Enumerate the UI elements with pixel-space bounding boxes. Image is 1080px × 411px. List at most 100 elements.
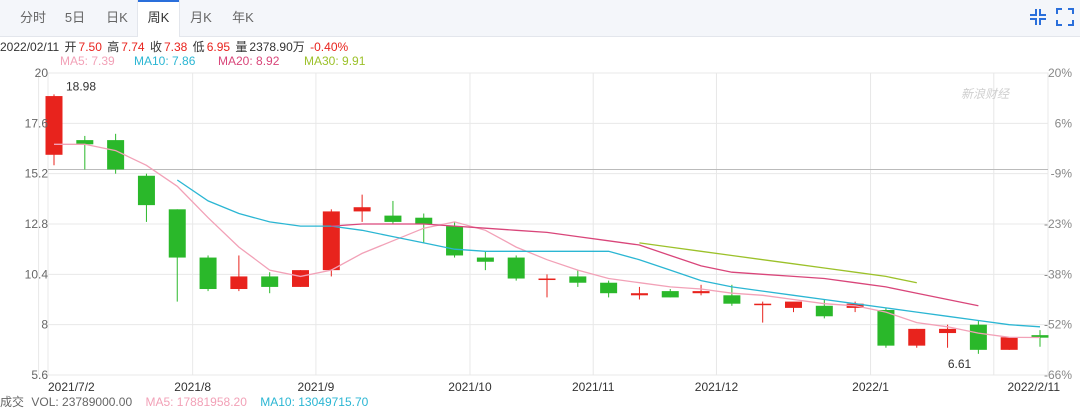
candle-body	[168, 209, 186, 258]
chart-grid	[38, 72, 1049, 376]
candle	[815, 299, 833, 319]
candle	[1000, 337, 1018, 350]
candle	[415, 213, 433, 243]
tab-weekly-k[interactable]: 周K	[137, 0, 180, 37]
volume-value: VOL: 23789000.00	[31, 395, 133, 409]
tab-5day[interactable]: 5日	[56, 0, 94, 36]
ma30-legend: MA30: 9.91	[304, 54, 366, 68]
candle	[538, 274, 556, 298]
info-low-label: 低	[192, 40, 205, 54]
expand-icon[interactable]	[1056, 8, 1074, 26]
candle-body	[137, 175, 155, 206]
candle	[939, 324, 957, 348]
ma-line-ma30	[639, 242, 917, 284]
candle	[692, 284, 710, 296]
candle	[969, 320, 987, 354]
x-tick-label: 2022/2/11	[1008, 380, 1061, 394]
volume-ma5: MA5: 17881958.20	[145, 395, 247, 409]
right-tick-label: -66%	[1044, 368, 1072, 382]
x-tick-label: 2022/1	[852, 380, 889, 394]
candle-body	[1000, 337, 1018, 350]
candle	[661, 289, 679, 298]
candle	[107, 133, 125, 174]
candle	[292, 270, 309, 287]
info-high-label: 高	[107, 40, 120, 54]
candle-body	[569, 276, 587, 283]
x-tick-label: 2021/12	[695, 380, 739, 394]
y-tick-label: 17.6	[25, 116, 49, 130]
candle-body	[785, 301, 802, 308]
candle-body	[815, 305, 833, 317]
candle-body	[630, 293, 648, 296]
tab-yearly-k[interactable]: 年K	[224, 0, 262, 36]
candle-body	[322, 211, 340, 271]
plot-border	[47, 72, 1049, 376]
info-high: 7.74	[121, 40, 145, 54]
tab-daily-k[interactable]: 日K	[98, 0, 136, 36]
right-tick-label: 6%	[1055, 116, 1073, 130]
x-tick-label: 2021/9	[298, 380, 335, 394]
ma-line-ma5	[54, 143, 1041, 339]
watermark-text: 新浪财经	[961, 87, 1011, 101]
candle	[446, 221, 464, 258]
ma-lines	[54, 143, 1041, 339]
ma20-legend: MA20: 8.92	[218, 54, 280, 68]
tab-intraday[interactable]: 分时	[14, 0, 52, 36]
info-date: 2022/02/11	[0, 40, 60, 54]
ohlc-info: 2022/02/11 开 7.50 高 7.74 收 7.38 低 6.95 量 2378…	[0, 38, 350, 54]
candle-body	[292, 270, 309, 287]
candle	[384, 200, 402, 224]
volume-title: 成交	[0, 395, 25, 409]
right-tick-label: -38%	[1044, 267, 1072, 281]
candle-body	[754, 303, 772, 306]
candle	[908, 328, 926, 348]
candle	[45, 94, 63, 166]
candle-body	[415, 217, 433, 224]
candle-body	[877, 309, 895, 346]
candle	[353, 194, 371, 222]
ma-line-ma10	[176, 179, 1041, 328]
candles	[45, 94, 1049, 354]
x-tick-label: 2021/7/2	[48, 380, 95, 394]
x-tick-label: 2021/10	[448, 380, 492, 394]
tab-monthly-k[interactable]: 月K	[182, 0, 220, 36]
candle	[261, 272, 279, 294]
candle-body	[107, 140, 125, 170]
candle-body	[476, 257, 494, 262]
x-axis-labels: 2021/7/2 2021/8 2021/9 2021/10 2021/11 2021/1…	[48, 380, 1060, 394]
candle-body	[45, 96, 63, 155]
candle-body	[939, 328, 957, 334]
price-annotation: 18.98	[66, 79, 96, 93]
y-tick-label: 10.4	[25, 267, 49, 281]
candle-body	[723, 295, 741, 304]
x-tick-label: 2021/8	[174, 380, 211, 394]
annotations: 18.98 6.61	[66, 79, 972, 370]
candle	[476, 251, 494, 271]
candle	[723, 284, 741, 306]
candle	[322, 209, 340, 277]
y-tick-label: 12.8	[25, 217, 49, 231]
y-tick-label: 8	[41, 318, 48, 332]
candle	[846, 301, 864, 313]
candle-body	[538, 278, 556, 281]
right-tick-label: -9%	[1051, 167, 1073, 181]
candle	[199, 255, 217, 292]
info-vol: 2378.90万	[249, 40, 305, 54]
candle-body	[969, 324, 987, 350]
candle-body	[692, 291, 710, 294]
candle	[630, 286, 648, 300]
collapse-icon[interactable]	[1029, 8, 1047, 26]
ma-line-ma20	[331, 223, 979, 307]
candle-body	[600, 282, 618, 294]
info-close: 7.38	[163, 40, 188, 54]
watermark: 新浪财经	[961, 87, 1011, 101]
info-change: -0.40%	[310, 40, 349, 54]
candle-body	[446, 226, 464, 256]
candle-body	[1031, 335, 1049, 338]
y-axis-labels: 20 17.6 15.2 12.8 10.4 8 5.6	[25, 66, 49, 382]
candle-body	[384, 215, 402, 222]
candle-body	[661, 291, 679, 298]
candle	[168, 209, 186, 302]
candle-body	[230, 276, 248, 290]
y-tick-label: 20	[35, 66, 49, 80]
